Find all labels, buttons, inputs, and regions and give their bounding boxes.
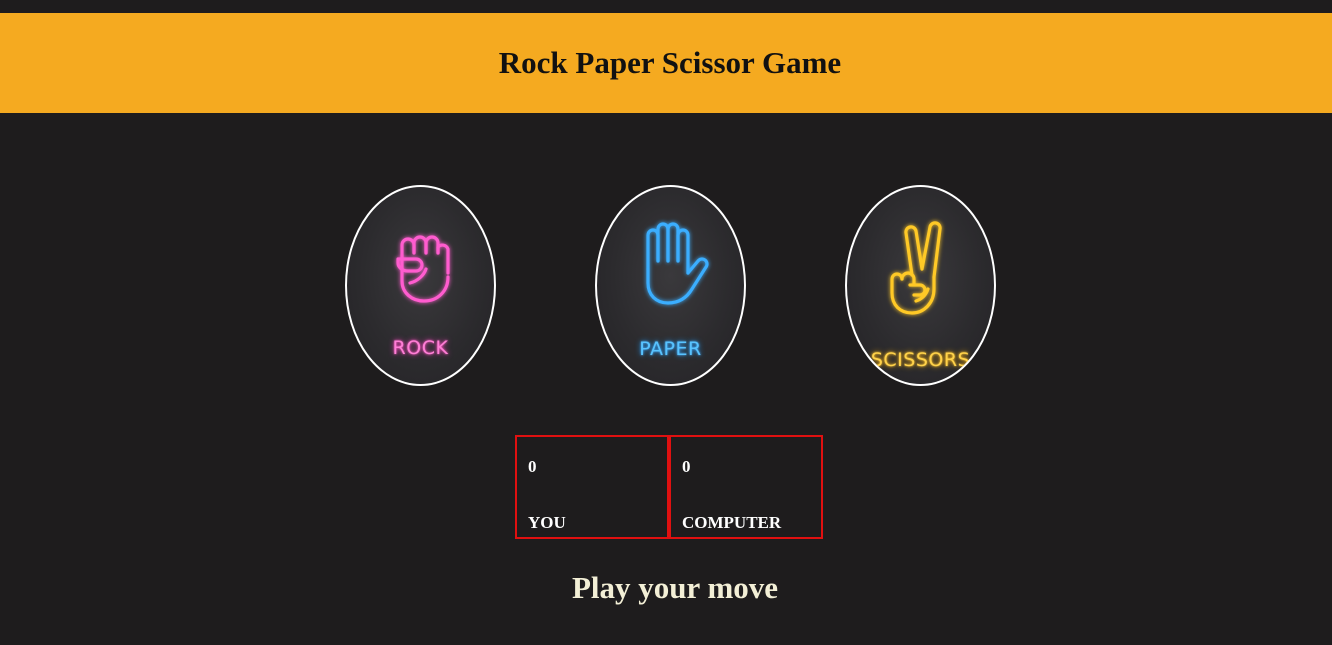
rock-choice-button[interactable]: ROCK [345,185,496,386]
scoreboard: 0 YOU 0 COMPUTER [515,435,823,539]
status-message: Play your move [571,570,779,605]
paper-hand-icon [645,222,709,305]
computer-score-box: 0 COMPUTER [669,435,823,539]
scissors-choice-button[interactable]: SCISSORS [845,185,996,386]
user-score-label: YOU [528,513,566,532]
user-score-box: 0 YOU [515,435,669,539]
user-score-value: 0 [528,457,537,476]
paper-label: PAPER [639,338,702,360]
computer-score-value: 0 [682,457,691,476]
computer-score-label: COMPUTER [682,513,782,532]
scissors-hand-icon [889,221,942,315]
scissors-label: SCISSORS [870,349,971,371]
message-container: Play your move [0,570,1332,606]
header-bar: Rock Paper Scissor Game [0,13,1332,113]
page-title: Rock Paper Scissor Game [498,45,842,80]
top-strip [0,0,1332,13]
rock-fist-icon [395,235,450,303]
paper-choice-button[interactable]: PAPER [595,185,746,386]
rock-label: ROCK [392,337,449,359]
